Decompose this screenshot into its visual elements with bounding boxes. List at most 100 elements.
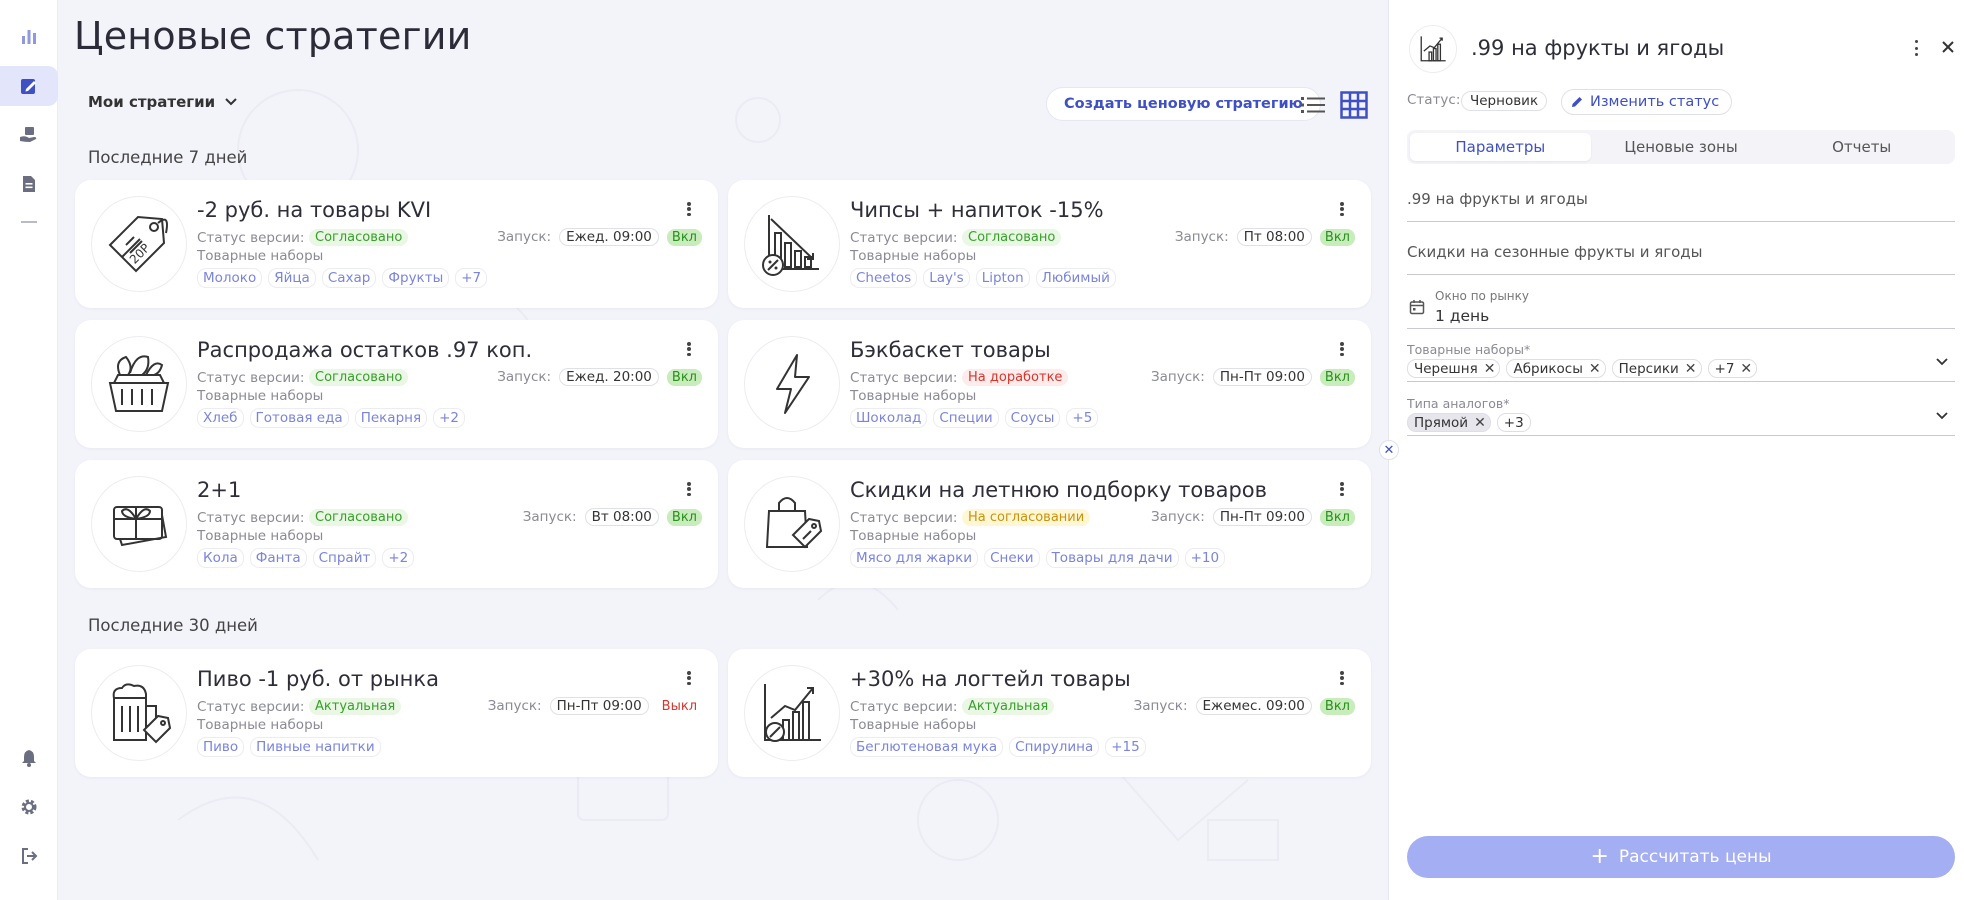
launch-label: Запуск: (497, 369, 552, 385)
tag: Снеки (984, 548, 1040, 568)
sidebar (0, 0, 58, 900)
version-status-label: Статус версии: (197, 699, 305, 715)
strategy-details-panel: .99 на фрукты и ягоды Статус: Черновик И… (1388, 0, 1964, 900)
tab-price-zones[interactable]: Ценовые зоны (1591, 133, 1772, 161)
sidebar-item-settings[interactable] (0, 787, 58, 827)
strategy-card[interactable]: Чипсы + напиток -15% Статус версии: Согл… (728, 180, 1371, 308)
version-status-label: Статус версии: (850, 699, 958, 715)
tab-reports[interactable]: Отчеты (1771, 133, 1952, 161)
product-sets-select[interactable]: Товарные наборы* Черешня ✕ Абрикосы ✕ Перс… (1407, 342, 1955, 382)
lightning-icon (776, 354, 810, 414)
grid-view-icon[interactable] (1340, 91, 1368, 119)
sidebar-item-strategies[interactable] (0, 66, 58, 106)
tag-more[interactable]: +2 (382, 548, 415, 568)
tag-more[interactable]: +10 (1184, 548, 1226, 568)
tag-more[interactable]: +15 (1105, 737, 1146, 757)
panel-tabs: Параметры Ценовые зоны Отчеты (1407, 130, 1955, 164)
card-menu-button[interactable] (684, 480, 694, 498)
tag: Lipton (975, 268, 1030, 288)
card-menu-button[interactable] (1337, 200, 1347, 218)
status-badge: Черновик (1461, 91, 1548, 111)
product-sets-label: Товарные наборы (850, 717, 977, 733)
card-menu-button[interactable] (684, 340, 694, 358)
beer-mug-icon (112, 683, 172, 744)
strategy-card[interactable]: Бэкбаскет товары Статус версии: На дораб… (728, 320, 1371, 448)
status-badge: Согласовано (962, 229, 1062, 246)
card-menu-button[interactable] (1337, 480, 1347, 498)
tab-parameters[interactable]: Параметры (1410, 133, 1591, 161)
card-menu-button[interactable] (684, 669, 694, 687)
shopping-bag-icon (765, 497, 823, 549)
status-badge: Актуальная (962, 698, 1055, 715)
edit-note-icon (21, 79, 36, 94)
plus-icon: + (1590, 844, 1609, 869)
gift-cards-icon (113, 506, 168, 547)
strategy-card[interactable]: Распродажа остатков .97 коп. Статус верс… (75, 320, 718, 448)
card-menu-button[interactable] (684, 200, 694, 218)
tag: Спрайт (312, 548, 377, 568)
sidebar-item-analytics[interactable] (0, 16, 58, 56)
list-view-icon[interactable] (1300, 92, 1326, 118)
state-badge[interactable]: Вкл (1319, 368, 1355, 386)
tag-more[interactable]: +2 (433, 408, 465, 428)
remove-chip-icon[interactable]: ✕ (1685, 361, 1697, 377)
bell-icon (22, 750, 36, 767)
sidebar-item-documents[interactable] (0, 164, 58, 204)
filter-label: Мои стратегии (88, 93, 216, 111)
product-sets-label: Товарные наборы (850, 248, 977, 264)
strategy-card[interactable]: Скидки на летнюю подборку товаров Статус… (728, 460, 1371, 588)
state-badge[interactable]: Вкл (666, 228, 702, 246)
chip-more[interactable]: +7 ✕ (1707, 359, 1758, 378)
chip-more[interactable]: +3 (1496, 413, 1531, 432)
change-status-label: Изменить статус (1590, 94, 1720, 110)
product-sets-label: Товарные наборы (1407, 342, 1524, 357)
tag: Специи (933, 408, 999, 428)
sidebar-item-notifications[interactable] (0, 738, 58, 778)
state-badge[interactable]: Вкл (666, 368, 702, 386)
close-icon[interactable] (1939, 38, 1957, 56)
state-badge[interactable]: Вкл (1319, 508, 1355, 526)
state-badge[interactable]: Выкл (657, 698, 702, 715)
tag-more[interactable]: +7 (455, 268, 488, 288)
state-badge[interactable]: Вкл (1319, 228, 1355, 246)
strategy-card[interactable]: 20P -2 руб. на товары KVI Статус версии:… (75, 180, 718, 308)
collapse-panel-icon[interactable]: ✕ (1379, 440, 1399, 460)
change-status-button[interactable]: Изменить статус (1561, 89, 1733, 115)
launch-time: Ежед. 09:00 (559, 228, 659, 246)
tag-more[interactable]: +5 (1066, 408, 1099, 428)
sidebar-item-logout[interactable] (0, 836, 58, 876)
card-menu-button[interactable] (1337, 340, 1347, 358)
analog-types-label: Типа аналогов (1407, 396, 1504, 411)
sidebar-divider (21, 221, 37, 223)
tag: Любимый (1035, 268, 1116, 288)
remove-chip-icon[interactable]: ✕ (1589, 361, 1601, 377)
strategy-card[interactable]: +30% на логтейл товары Статус версии: Ак… (728, 649, 1371, 777)
strategy-card[interactable]: Пиво -1 руб. от рынка Статус версии: Акт… (75, 649, 718, 777)
launch-time: Ежед. 20:00 (559, 368, 659, 386)
chevron-down-icon[interactable] (1935, 354, 1949, 368)
state-badge[interactable]: Вкл (666, 508, 702, 526)
analog-types-select[interactable]: Типа аналогов* Прямой ✕ +3 (1407, 396, 1955, 436)
remove-chip-icon[interactable]: ✕ (1740, 361, 1752, 377)
remove-chip-icon[interactable]: ✕ (1474, 415, 1486, 431)
gear-icon (21, 799, 37, 815)
create-strategy-button[interactable]: Создать ценовую стратегию (1046, 87, 1321, 121)
strategies-filter-dropdown[interactable]: Мои стратегии (88, 93, 237, 111)
strategy-card[interactable]: 2+1 Статус версии: Согласовано Запуск: В… (75, 460, 718, 588)
market-window-field[interactable]: Окно по рынку 1 день (1407, 289, 1955, 329)
launch-label: Запуск: (522, 509, 577, 525)
status-badge: Согласовано (309, 369, 409, 386)
card-menu-button[interactable] (1337, 669, 1347, 687)
strategy-description-field[interactable]: Скидки на сезонные фрукты и ягоды (1407, 243, 1955, 275)
state-badge[interactable]: Вкл (1319, 697, 1355, 715)
chevron-down-icon[interactable] (1935, 408, 1949, 422)
strategy-name-field[interactable]: .99 на фрукты и ягоды (1407, 190, 1955, 222)
launch-label: Запуск: (1150, 509, 1205, 525)
panel-menu-button[interactable] (1911, 40, 1921, 56)
calculate-prices-button[interactable]: + Рассчитать цены (1407, 836, 1955, 878)
card-title: Пиво -1 руб. от рынка (197, 667, 439, 691)
sidebar-item-goods[interactable] (0, 115, 58, 155)
falling-chart-icon (762, 215, 819, 276)
remove-chip-icon[interactable]: ✕ (1484, 361, 1496, 377)
tag: Пиво (197, 737, 245, 757)
